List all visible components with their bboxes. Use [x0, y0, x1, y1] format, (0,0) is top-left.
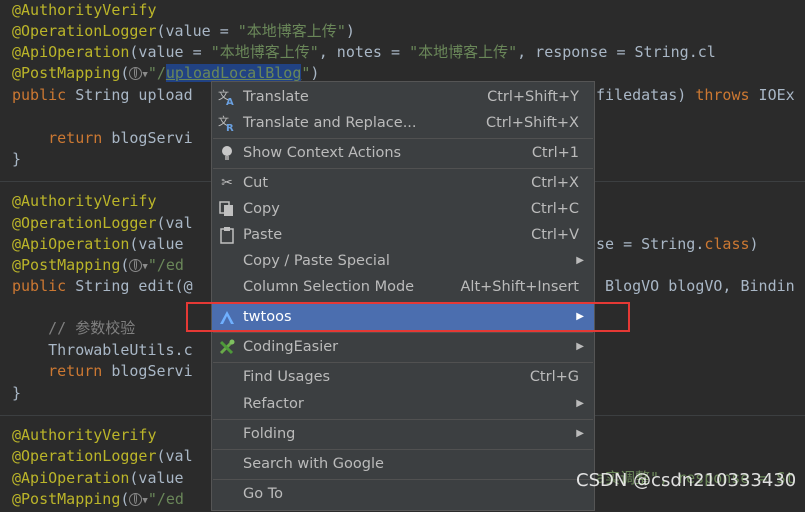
menu-item-coding-easier[interactable]: CodingEasier ▶ [212, 334, 594, 360]
code-line: @OperationLogger(val [12, 214, 193, 232]
lightbulb-icon [218, 144, 236, 162]
submenu-arrow-icon: ▶ [576, 428, 584, 439]
submenu-arrow-icon: ▶ [576, 341, 584, 352]
menu-separator [213, 138, 593, 139]
code-line: public String upload [12, 86, 193, 104]
menu-separator [213, 362, 593, 363]
menu-separator [213, 479, 593, 480]
code-line-fragment: se = String.class) [596, 235, 759, 253]
code-line-fragment: filedatas) throws IOEx [596, 86, 795, 104]
menu-item-translate-replace[interactable]: 文R Translate and Replace... Ctrl+Shift+X [212, 110, 594, 136]
menu-item-translate[interactable]: 文A Translate Ctrl+Shift+Y [212, 84, 594, 110]
code-comment: // 参数校验 [12, 319, 136, 337]
code-line: return blogServi [12, 129, 193, 147]
menu-separator [213, 168, 593, 169]
code-line: @OperationLogger(value = "本地博客上传") [12, 22, 355, 40]
code-line: public String edit(@ [12, 277, 193, 295]
menu-item-show-context-actions[interactable]: Show Context Actions Ctrl+1 [212, 140, 594, 166]
menu-separator [213, 449, 593, 450]
code-line: @ApiOperation(value = "本地博客上传", notes = … [12, 43, 716, 61]
globe-icon[interactable] [129, 493, 143, 506]
menu-item-copy-paste-special[interactable]: Copy / Paste Special ▶ [212, 248, 594, 274]
globe-icon[interactable] [129, 67, 143, 80]
menu-item-column-selection-mode[interactable]: Column Selection Mode Alt+Shift+Insert [212, 274, 594, 300]
menu-item-search-with-google[interactable]: Search with Google [212, 451, 594, 477]
menu-item-copy[interactable]: Copy Ctrl+C [212, 196, 594, 222]
menu-item-paste[interactable]: Paste Ctrl+V [212, 222, 594, 248]
code-line: ThrowableUtils.c [12, 341, 193, 359]
translate-replace-icon: 文R [218, 114, 236, 134]
menu-item-go-to[interactable]: Go To [212, 481, 594, 507]
code-line: } [12, 384, 22, 402]
menu-item-folding[interactable]: Folding ▶ [212, 421, 594, 447]
clipboard-icon [218, 226, 236, 244]
globe-icon[interactable] [129, 259, 143, 272]
menu-item-refactor[interactable]: Refactor ▶ [212, 391, 594, 417]
submenu-arrow-icon: ▶ [576, 398, 584, 409]
menu-item-find-usages[interactable]: Find Usages Ctrl+G [212, 364, 594, 390]
code-line: @ApiOperation(value [12, 235, 184, 253]
svg-text:R: R [226, 123, 234, 132]
selected-text[interactable]: uploadLocalBlog [165, 64, 302, 82]
menu-separator [213, 332, 593, 333]
coding-easier-icon [218, 338, 236, 356]
svg-text:A: A [226, 97, 234, 106]
code-line: @AuthorityVerify [12, 426, 157, 444]
code-line: @ApiOperation(value [12, 469, 184, 487]
submenu-arrow-icon: ▶ [576, 255, 584, 266]
context-menu: 文A Translate Ctrl+Shift+Y 文R Translate an… [211, 81, 595, 511]
code-line-fragment: BlogVO blogVO, Bindin [596, 277, 795, 295]
code-line: @AuthorityVerify [12, 192, 157, 210]
highlight-box [186, 302, 630, 332]
code-line: @PostMapping(▼"/ed [12, 489, 184, 510]
translate-icon: 文A [218, 88, 236, 108]
copy-icon [218, 200, 236, 218]
code-line: @OperationLogger(val [12, 447, 193, 465]
code-line: } [12, 150, 22, 168]
code-line: @AuthorityVerify [12, 1, 157, 19]
menu-item-cut[interactable]: ✂ Cut Ctrl+X [212, 170, 594, 196]
code-line: return blogServi [12, 362, 193, 380]
menu-separator [213, 419, 593, 420]
scissors-icon: ✂ [221, 175, 233, 191]
watermark: CSDN @csdn210333430 [576, 470, 797, 491]
code-line: @PostMapping(▼"/ed [12, 255, 184, 276]
